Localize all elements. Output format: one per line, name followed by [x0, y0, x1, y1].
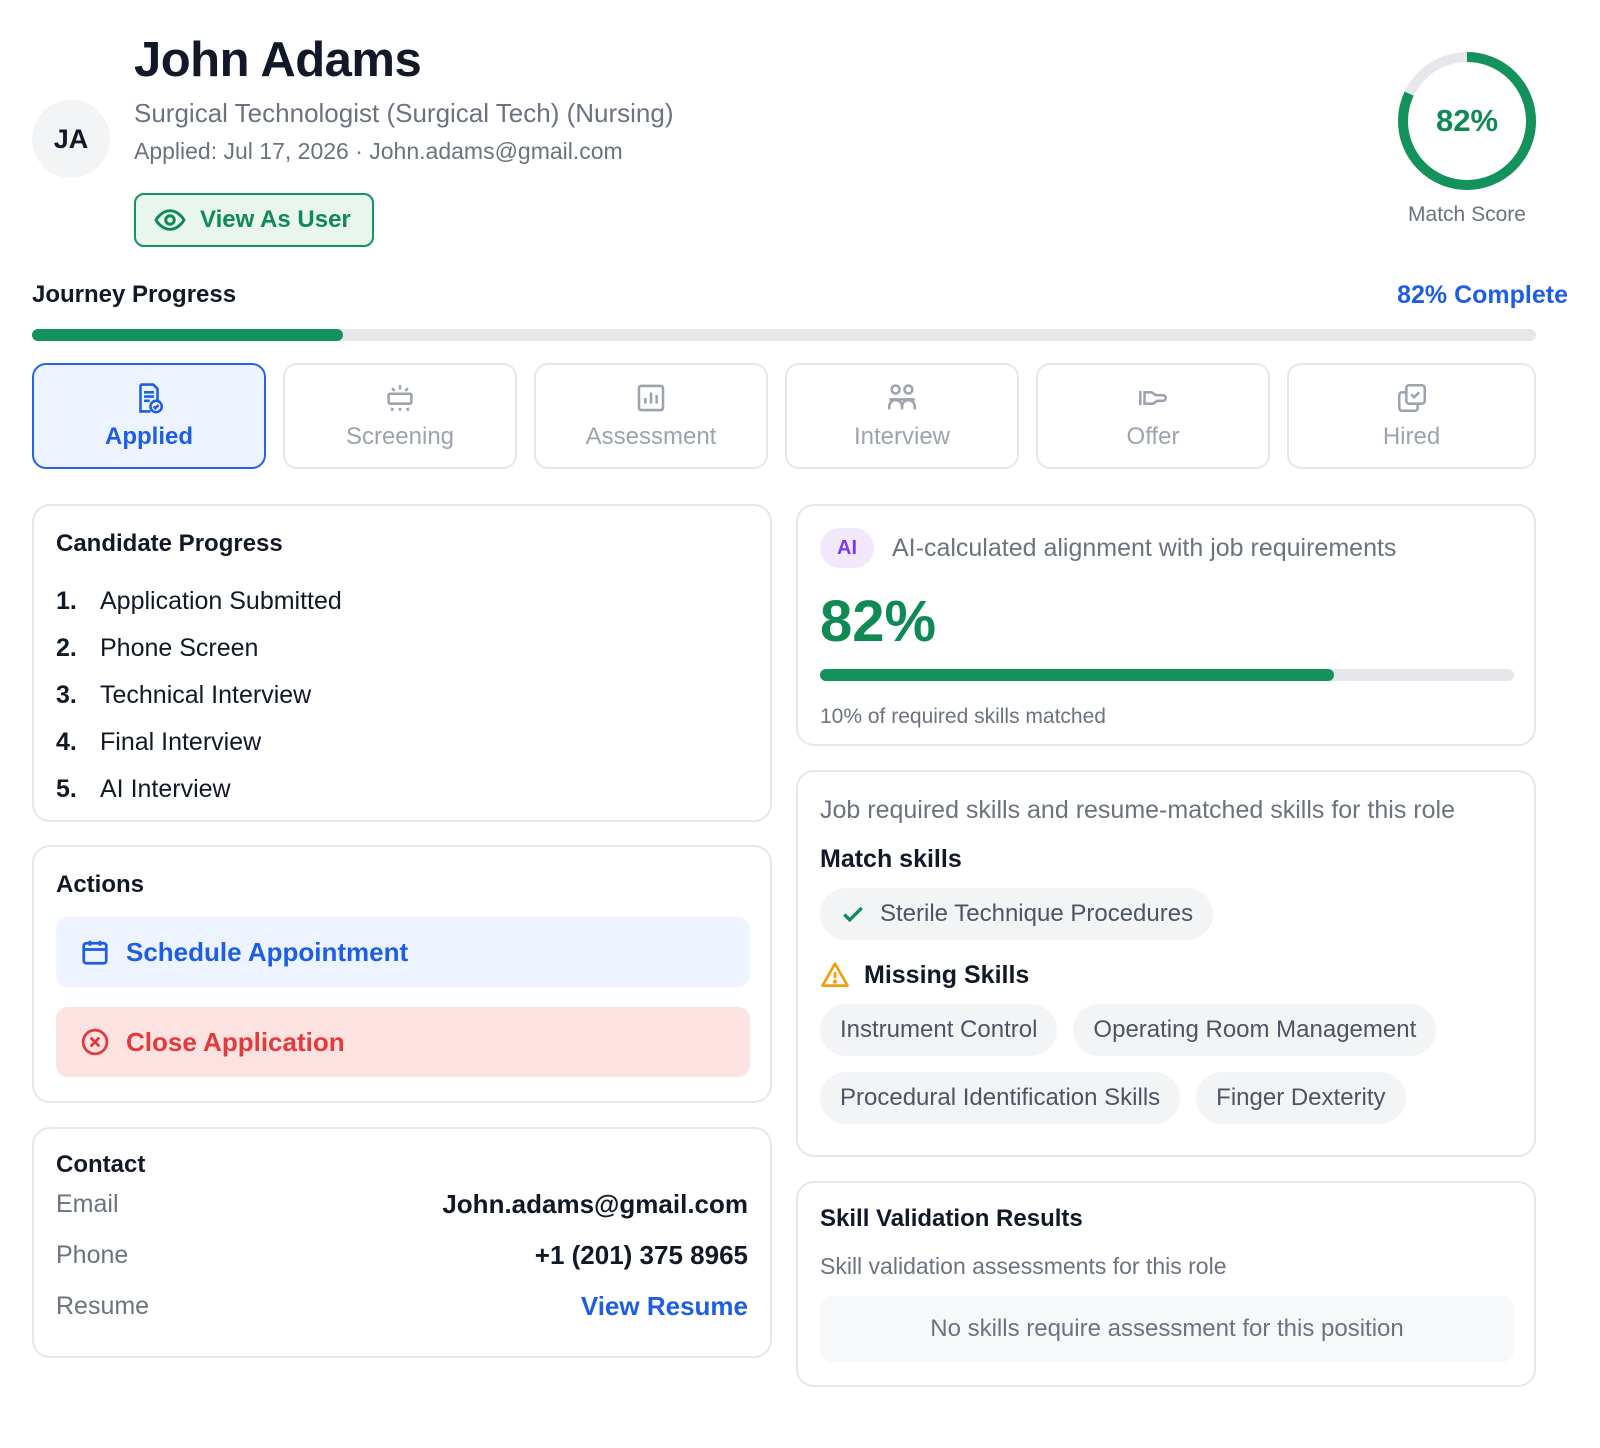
stage-interview[interactable]: Interview: [785, 363, 1019, 469]
journey-stages: Applied Screening Assessment Interview O…: [32, 363, 1536, 471]
stage-label: Offer: [1126, 423, 1180, 450]
missing-skills-list: Instrument Control Operating Room Manage…: [820, 1004, 1512, 1124]
list-item: 2. Phone Screen: [56, 634, 259, 662]
skills-description: Job required skills and resume-matched s…: [820, 796, 1455, 824]
match-score-ring: 82%: [1395, 49, 1539, 193]
journey-progress-fill: [32, 329, 344, 341]
schedule-appointment-button[interactable]: Schedule Appointment: [56, 917, 750, 987]
email-value: John.adams@gmail.com: [442, 1189, 748, 1219]
schedule-appointment-label: Schedule Appointment: [126, 936, 409, 967]
missing-skills-title: Missing Skills: [820, 960, 1512, 990]
missing-skill-chip: Procedural Identification Skills: [820, 1072, 1181, 1124]
stage-label: Assessment: [585, 423, 717, 450]
check-icon: [843, 906, 863, 923]
list-item: 4. Final Interview: [56, 728, 262, 756]
stage-applied[interactable]: Applied: [32, 363, 266, 469]
list-item: 3. Technical Interview: [56, 681, 312, 709]
stage-screening[interactable]: Screening: [283, 363, 517, 469]
close-application-button[interactable]: Close Application: [56, 1007, 750, 1077]
contact-title: Contact: [56, 1151, 146, 1178]
document-check-icon: [139, 383, 164, 414]
stage-hired[interactable]: Hired: [1287, 363, 1536, 469]
ai-alignment-fill: [820, 669, 1334, 681]
actions-card: Actions Schedule Appointment Close Appli…: [32, 845, 772, 1103]
missing-skill-chip: Instrument Control: [820, 1004, 1058, 1056]
avatar: JA: [32, 100, 110, 178]
match-score-value: 82%: [1435, 103, 1499, 138]
eye-icon: [154, 209, 186, 231]
contact-card: Contact Email John.adams@gmail.com Phone…: [32, 1127, 772, 1358]
matched-skills-list: Sterile Technique Procedures: [820, 888, 1512, 940]
ai-badge: AI: [820, 528, 874, 568]
warning-icon: [821, 962, 849, 987]
bar-chart-icon: [637, 384, 665, 412]
ai-alignment-note: 10% of required skills matched: [820, 705, 1106, 728]
ai-alignment-description: AI-calculated alignment with job require…: [892, 533, 1397, 562]
ai-alignment-bar: [820, 669, 1514, 681]
stage-assessment[interactable]: Assessment: [534, 363, 768, 469]
view-resume-link[interactable]: View Resume: [581, 1291, 748, 1322]
view-as-user-label: View As User: [200, 206, 351, 233]
stage-offer[interactable]: Offer: [1036, 363, 1270, 469]
contact-resume-row: Resume View Resume: [56, 1281, 748, 1332]
close-application-label: Close Application: [126, 1026, 345, 1057]
ai-alignment-value: 82%: [820, 589, 937, 654]
skills-card: Job required skills and resume-matched s…: [796, 770, 1536, 1157]
stage-label: Applied: [105, 423, 193, 450]
missing-skill-chip: Operating Room Management: [1073, 1004, 1437, 1056]
resume-key: Resume: [56, 1292, 150, 1320]
candidate-name: John Adams: [134, 33, 422, 87]
phone-key: Phone: [56, 1241, 129, 1269]
skill-validation-card: Skill Validation Results Skill validatio…: [796, 1181, 1536, 1387]
list-item: 5. AI Interview: [56, 775, 231, 803]
skill-validation-empty-state: No skills require assessment for this po…: [820, 1296, 1514, 1362]
people-icon: [887, 384, 917, 410]
match-skills-title: Match skills: [820, 845, 962, 873]
matched-skill-chip: Sterile Technique Procedures: [820, 888, 1214, 940]
skill-validation-title: Skill Validation Results: [820, 1205, 1083, 1232]
phone-value: +1 (201) 375 8965: [534, 1240, 748, 1270]
candidate-header: JA John Adams Surgical Technologist (Sur…: [32, 28, 1568, 258]
applied-line: Applied: Jul 17, 2026 · John.adams@gmail…: [134, 138, 623, 164]
calendar-icon: [82, 940, 108, 965]
copy-check-icon: [1397, 383, 1426, 413]
candidate-progress-card: Candidate Progress 1. Application Submitt…: [32, 504, 772, 822]
candidate-progress-title: Candidate Progress: [56, 530, 283, 557]
journey-progress-bar: [32, 329, 1536, 341]
stage-label: Interview: [853, 423, 951, 450]
actions-title: Actions: [56, 871, 145, 898]
stage-label: Hired: [1382, 423, 1441, 450]
contact-phone-row: Phone +1 (201) 375 8965: [56, 1230, 748, 1281]
candidate-role: Surgical Technologist (Surgical Tech) (N…: [134, 98, 674, 128]
close-circle-icon: [81, 1028, 109, 1056]
email-key: Email: [56, 1190, 119, 1218]
ai-alignment-card: AI AI-calculated alignment with job requ…: [796, 504, 1536, 746]
stage-label: Screening: [345, 423, 455, 450]
progress-steps-list: 1. Application Submitted 2. Phone Screen 3…: [56, 578, 748, 813]
journey-complete-text: 82% Complete: [1397, 281, 1568, 309]
journey-progress-title: Journey Progress: [32, 281, 237, 308]
contact-email-row: Email John.adams@gmail.com: [56, 1179, 748, 1230]
handshake-icon: [1138, 390, 1167, 406]
view-as-user-button[interactable]: View As User: [134, 193, 374, 247]
missing-skill-chip: Finger Dexterity: [1196, 1072, 1406, 1124]
skill-validation-description: Skill validation assessments for this ro…: [820, 1253, 1227, 1279]
screening-monitor-icon: [387, 385, 413, 412]
match-score-label: Match Score: [1408, 203, 1526, 226]
list-item: 1. Application Submitted: [56, 587, 342, 615]
ai-alignment-header: AI AI-calculated alignment with job requ…: [820, 528, 1512, 568]
